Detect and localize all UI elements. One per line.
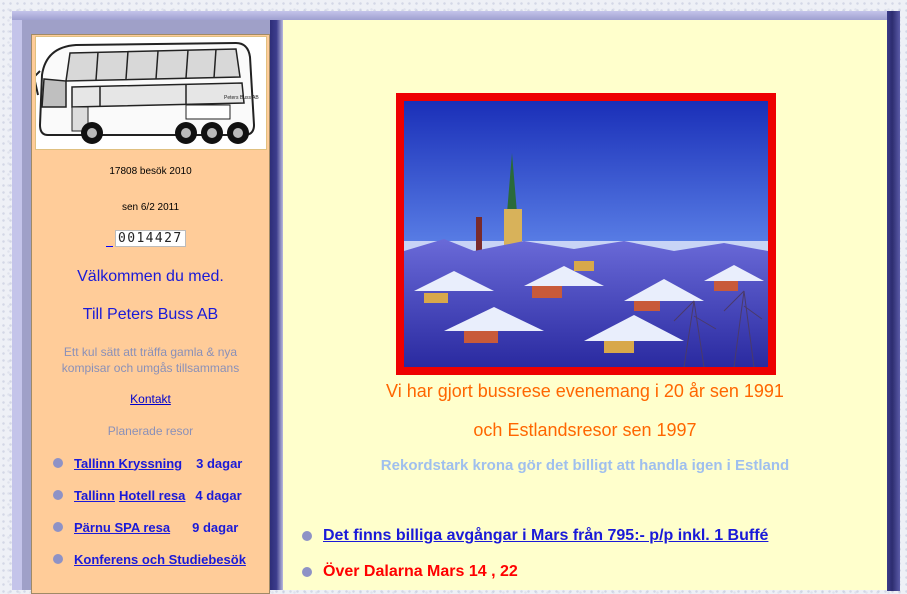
frame-right	[887, 11, 900, 591]
bus-sign-text: Peters Buss AB	[224, 95, 259, 101]
frame-left	[12, 20, 22, 590]
tour-item[interactable]: Konferens och Studiebesök	[53, 550, 246, 568]
tour-link[interactable]: Tallinn Kryssning	[74, 456, 182, 471]
bullet-icon	[53, 554, 63, 564]
column-divider	[270, 20, 283, 590]
bullet-icon	[53, 522, 63, 532]
frame-top	[12, 11, 900, 20]
tour-days: 4 dagar	[195, 487, 242, 503]
bus-icon: Peters Buss AB	[32, 41, 259, 144]
city-image	[404, 101, 768, 368]
bullet-icon	[302, 531, 312, 541]
counter-link-underline	[106, 231, 113, 247]
tour-link[interactable]: Pärnu SPA resa	[74, 520, 170, 535]
contact-link[interactable]: Kontakt	[31, 392, 270, 406]
tour-item[interactable]: Pärnu SPA resa 9 dagar	[53, 518, 238, 536]
tour-days: 3 dagar	[196, 455, 243, 471]
tour-link[interactable]: Tallinn	[74, 488, 115, 503]
tour-item[interactable]: Tallinn Hotell resa 4 dagar	[53, 486, 242, 504]
tour-item[interactable]: Tallinn Kryssning 3 dagar	[53, 454, 242, 472]
history-line-1: Vi har gjort bussrese evenemang i 20 år …	[386, 381, 784, 401]
company-heading: Till Peters Buss AB	[82, 306, 219, 323]
visitor-counter[interactable]: 0014427	[106, 230, 186, 247]
bus-logo: Peters Buss AB	[32, 36, 267, 150]
tour-link-extra[interactable]: Hotell resa	[119, 488, 185, 503]
tour-link[interactable]: Konferens och Studiebesök	[74, 552, 246, 567]
intro-text: Ett kul sätt att träffa gamla & nya komp…	[61, 345, 240, 375]
since-date: sen 6/2 2011	[121, 202, 180, 213]
history-line-2: och Estlandsresor sen 1997	[473, 420, 697, 440]
news-item[interactable]: Det finns billiga avgångar i Mars från 7…	[302, 525, 768, 547]
tour-days: 9 dagar	[192, 519, 239, 535]
news-link[interactable]: Det finns billiga avgångar i Mars från 7…	[323, 527, 768, 545]
planned-trips-label: Planerade resor	[107, 424, 194, 438]
currency-note: Rekordstark krona gör det billigt att ha…	[380, 457, 790, 474]
bullet-icon	[53, 490, 63, 500]
tallinn-photo	[396, 93, 776, 375]
news-text: Över Dalarna Mars 14 , 22	[323, 563, 518, 580]
news-item: Över Dalarna Mars 14 , 22	[302, 561, 518, 583]
visits-2010: 17808 besök 2010	[109, 166, 192, 177]
counter-digits: 0014427	[115, 230, 186, 247]
bullet-icon	[53, 458, 63, 468]
welcome-heading: Välkommen du med.	[77, 268, 224, 285]
bullet-icon	[302, 567, 312, 577]
